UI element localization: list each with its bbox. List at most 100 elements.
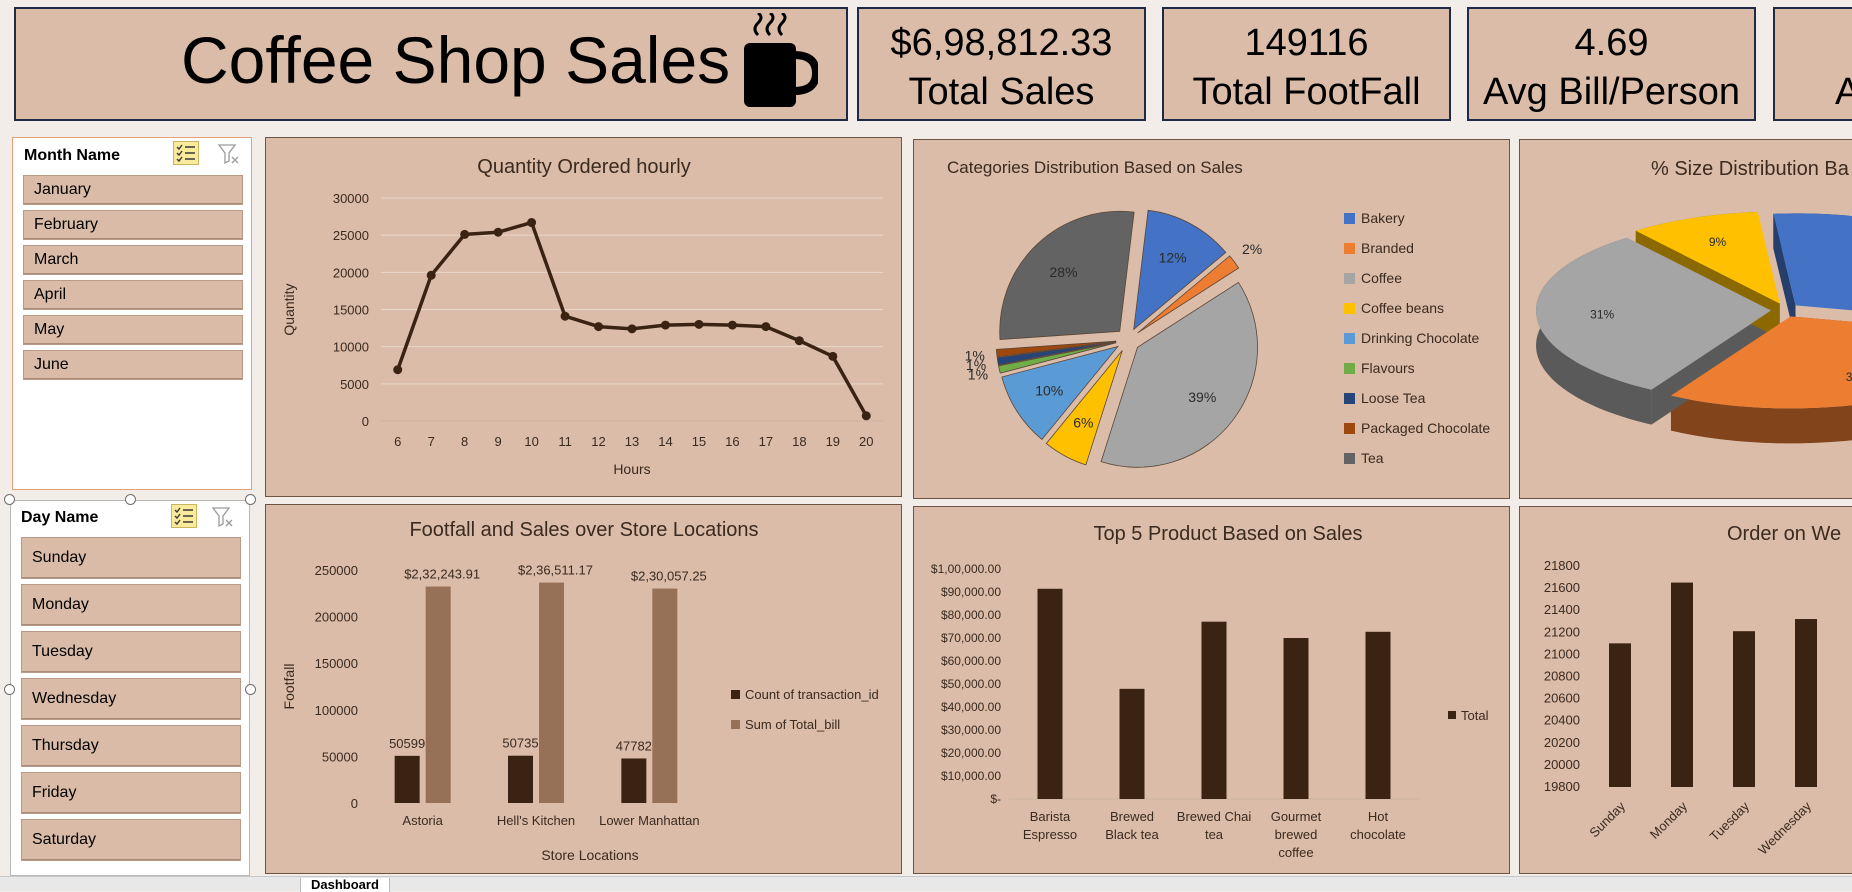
y-tick-label: $50,000.00 <box>941 677 1001 691</box>
multi-select-icon[interactable] <box>171 504 197 528</box>
data-label: $2,30,057.25 <box>631 569 707 584</box>
chart-title: Categories Distribution Based on Sales <box>947 158 1243 177</box>
y-tick-label: 20800 <box>1544 669 1580 684</box>
slicer-item-monday[interactable]: Monday <box>21 584 241 626</box>
legend-label: Total <box>1461 708 1489 723</box>
legend-label: Count of transaction_id <box>745 687 879 702</box>
x-tick-label: 13 <box>625 434 639 449</box>
slicer-item-friday[interactable]: Friday <box>21 772 241 814</box>
slicer-item-february[interactable]: February <box>23 210 243 240</box>
y-tick-label: 21600 <box>1544 580 1580 595</box>
x-tick-label: 17 <box>759 434 773 449</box>
data-label: 12% <box>1159 250 1187 266</box>
bar <box>425 586 451 803</box>
categories-pie-chart: Categories Distribution Based on Sales 12… <box>947 158 1490 468</box>
data-point <box>393 365 403 375</box>
x-tick-label: chocolate <box>1350 827 1406 842</box>
bar <box>1201 621 1227 799</box>
bar <box>652 588 678 803</box>
bar <box>1671 582 1693 787</box>
x-tick-label: coffee <box>1278 845 1313 860</box>
data-point <box>493 227 503 237</box>
legend-swatch <box>1344 393 1355 404</box>
legend-label: Coffee beans <box>1361 300 1444 316</box>
x-axis-title: Hours <box>613 461 650 477</box>
data-point <box>594 322 604 332</box>
resize-handle[interactable] <box>245 684 256 695</box>
kpi-value: 149116 <box>1244 22 1369 64</box>
bar <box>1795 619 1817 787</box>
legend-swatch <box>731 690 740 699</box>
legend-swatch <box>1344 213 1355 224</box>
x-tick-label: 7 <box>428 434 435 449</box>
y-tick-label: $1,00,000.00 <box>931 562 1001 576</box>
y-tick-label: 20000 <box>333 265 369 280</box>
x-tick-label: Astoria <box>402 813 443 828</box>
y-axis-title: Footfall <box>281 664 297 710</box>
month-slicer[interactable]: Month Name January February March April May J… <box>12 137 252 490</box>
x-tick-label: 20 <box>859 434 873 449</box>
slicer-item-wednesday[interactable]: Wednesday <box>21 678 241 720</box>
resize-handle[interactable] <box>4 684 15 695</box>
chart-title: Footfall and Sales over Store Locations <box>409 519 758 541</box>
slicer-item-sunday[interactable]: Sunday <box>21 537 241 579</box>
resize-handle[interactable] <box>4 494 15 505</box>
slicer-item-january[interactable]: January <box>23 175 243 205</box>
data-point <box>560 311 570 321</box>
slicer-item-april[interactable]: April <box>23 280 243 310</box>
slicer-item-saturday[interactable]: Saturday <box>21 819 241 861</box>
data-point <box>527 218 537 228</box>
day-slicer[interactable]: Day Name Sunday Monday Tuesday Wednesday Thu… <box>10 500 250 876</box>
y-tick-label: $80,000.00 <box>941 608 1001 622</box>
bar <box>508 755 533 803</box>
legend-label: Flavours <box>1361 360 1415 376</box>
bar <box>1365 631 1391 799</box>
y-tick-label: 20400 <box>1544 713 1580 728</box>
y-tick-label: 21400 <box>1544 602 1580 617</box>
multi-select-icon[interactable] <box>173 141 199 165</box>
data-point <box>660 320 670 330</box>
data-point <box>794 336 804 346</box>
data-label: 47782 <box>616 738 652 753</box>
kpi-avg-partial: Avg <box>1773 7 1852 121</box>
y-tick-label: 100000 <box>315 703 358 718</box>
resize-handle[interactable] <box>245 494 256 505</box>
data-point <box>861 411 871 421</box>
y-tick-label: 0 <box>362 414 369 429</box>
slicer-item-march[interactable]: March <box>23 245 243 275</box>
y-tick-label: 20600 <box>1544 691 1580 706</box>
resize-handle[interactable] <box>125 494 136 505</box>
y-tick-label: $60,000.00 <box>941 654 1001 668</box>
legend-swatch <box>1344 273 1355 284</box>
data-label: 2% <box>1242 241 1262 257</box>
y-axis-title: Quantity <box>281 283 297 335</box>
legend-label: Tea <box>1361 450 1384 466</box>
bar <box>394 755 420 803</box>
y-tick-label: $20,000.00 <box>941 746 1001 760</box>
coffee-mug-icon <box>744 13 818 107</box>
weekday-panel: Order on We 19800 20000 20200 20400 20600 2080… <box>1519 506 1852 874</box>
bar <box>621 758 647 803</box>
slicer-item-may[interactable]: May <box>23 315 243 345</box>
data-point <box>426 270 436 280</box>
stores-bar-chart: Footfall and Sales over Store Locations 0… <box>281 519 879 863</box>
kpi-value: $6,98,812.33 <box>890 22 1113 64</box>
x-tick-label: 9 <box>495 434 502 449</box>
x-tick-label: Barista <box>1030 809 1071 824</box>
legend-swatch <box>1344 423 1355 434</box>
x-tick-label: brewed <box>1275 827 1318 842</box>
x-tick-label: 16 <box>725 434 739 449</box>
slicer-item-thursday[interactable]: Thursday <box>21 725 241 767</box>
x-tick-label: Black tea <box>1105 827 1159 842</box>
bar <box>1609 643 1631 787</box>
clear-filter-icon[interactable] <box>217 142 241 166</box>
clear-filter-icon[interactable] <box>211 505 235 529</box>
x-tick-label: 12 <box>591 434 605 449</box>
x-tick-label: Espresso <box>1023 827 1077 842</box>
data-point <box>627 324 637 334</box>
legend-swatch <box>731 720 740 729</box>
data-point <box>460 229 470 239</box>
slicer-item-tuesday[interactable]: Tuesday <box>21 631 241 673</box>
slicer-item-june[interactable]: June <box>23 350 243 380</box>
x-tick-label: Wednesday <box>1755 798 1814 857</box>
